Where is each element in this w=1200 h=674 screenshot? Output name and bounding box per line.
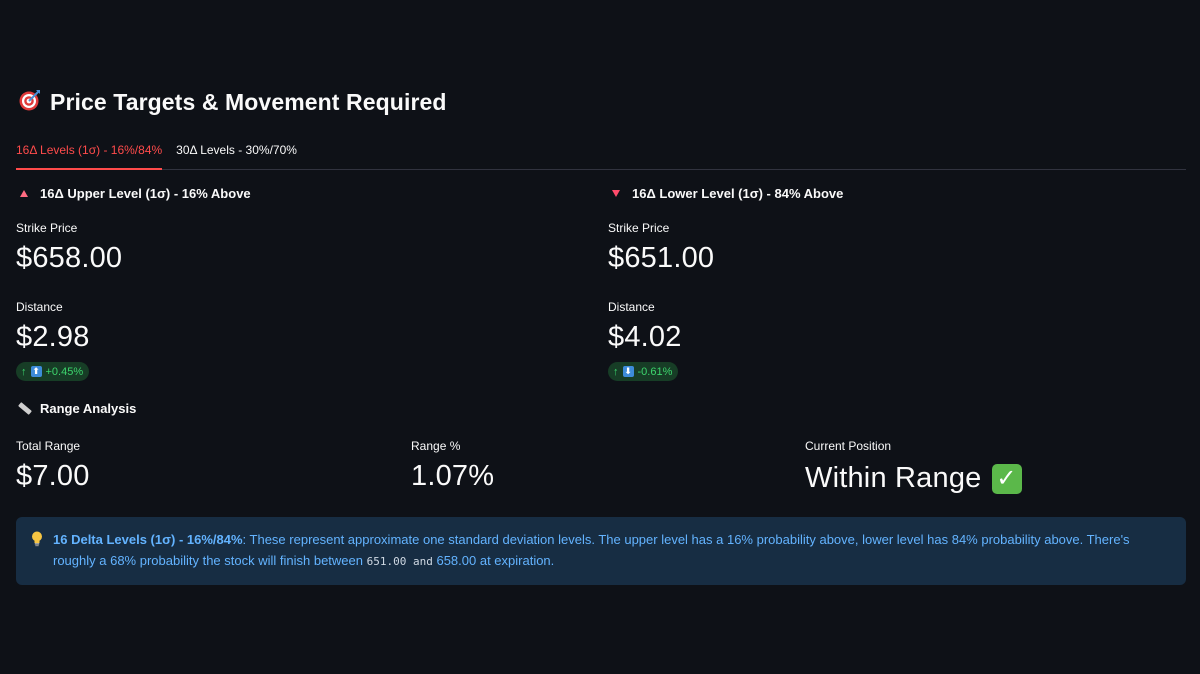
current-position-value: Within Range ✓ [805,462,1022,495]
upper-strike-label: Strike Price [16,221,78,235]
page: Price Targets & Movement Required 16Δ Le… [0,0,1200,674]
down-arrow-box-icon: ⬇ [622,366,634,377]
page-heading: Price Targets & Movement Required [18,88,447,117]
upper-strike-value: $658.00 [16,242,123,274]
lower-strike-value: $651.00 [608,242,715,274]
lower-level-column: 16Δ Lower Level (1σ) - 84% Above [608,184,843,202]
current-position-text: Within Range [805,462,982,494]
ruler-icon [18,402,32,415]
info-code-text: 651.00 and [366,555,433,568]
tab-30-delta[interactable]: 30Δ Levels - 30%/70% [176,138,297,169]
upper-level-heading: 16Δ Upper Level (1σ) - 16% Above [20,184,251,202]
total-range-label: Total Range [16,439,81,453]
info-text: 16 Delta Levels (1σ) - 16%/84%: These re… [53,529,1168,572]
arrow-up-icon: ↑ [613,365,619,378]
check-mark-icon: ✓ [991,464,1022,495]
target-dart-icon [18,88,42,117]
lower-delta-text: -0.61% [637,365,673,378]
current-position-label: Current Position [805,439,892,453]
upper-level-column: 16Δ Upper Level (1σ) - 16% Above [16,184,251,202]
total-range-value: $7.00 [16,460,90,492]
lower-distance-label: Distance [608,300,655,314]
lower-distance-value: $4.02 [608,321,682,353]
upper-delta-text: +0.45% [45,365,84,378]
range-analysis-heading-text: Range Analysis [40,401,137,416]
triangle-up-icon [20,189,28,197]
lightbulb-icon [32,531,42,547]
upper-distance-label: Distance [16,300,63,314]
range-pct-value: 1.07% [411,460,495,492]
lower-level-heading: 16Δ Lower Level (1σ) - 84% Above [612,184,843,202]
arrow-up-icon: ↑ [21,365,27,378]
upper-delta-badge: ↑ ⬆ +0.45% [16,362,90,381]
lower-level-heading-text: 16Δ Lower Level (1σ) - 84% Above [632,185,844,201]
lower-delta-badge: ↑ ⬇ -0.61% [608,362,679,381]
info-body-end: 658.00 at expiration. [432,553,555,568]
range-pct-label: Range % [411,439,461,453]
range-analysis-heading: Range Analysis [18,401,136,416]
upper-level-heading-text: 16Δ Upper Level (1σ) - 16% Above [40,185,251,201]
info-alert: 16 Delta Levels (1σ) - 16%/84%: These re… [16,517,1186,585]
lower-strike-label: Strike Price [608,221,670,235]
tab-bar: 16Δ Levels (1σ) - 16%/84% 30Δ Levels - 3… [16,138,1186,170]
tab-16-delta[interactable]: 16Δ Levels (1σ) - 16%/84% [16,138,163,170]
up-arrow-box-icon: ⬆ [30,366,42,377]
triangle-down-icon [612,189,620,197]
page-title: Price Targets & Movement Required [50,89,447,115]
info-bold-title: 16 Delta Levels (1σ) - 16%/84% [53,532,243,547]
upper-distance-value: $2.98 [16,321,90,353]
